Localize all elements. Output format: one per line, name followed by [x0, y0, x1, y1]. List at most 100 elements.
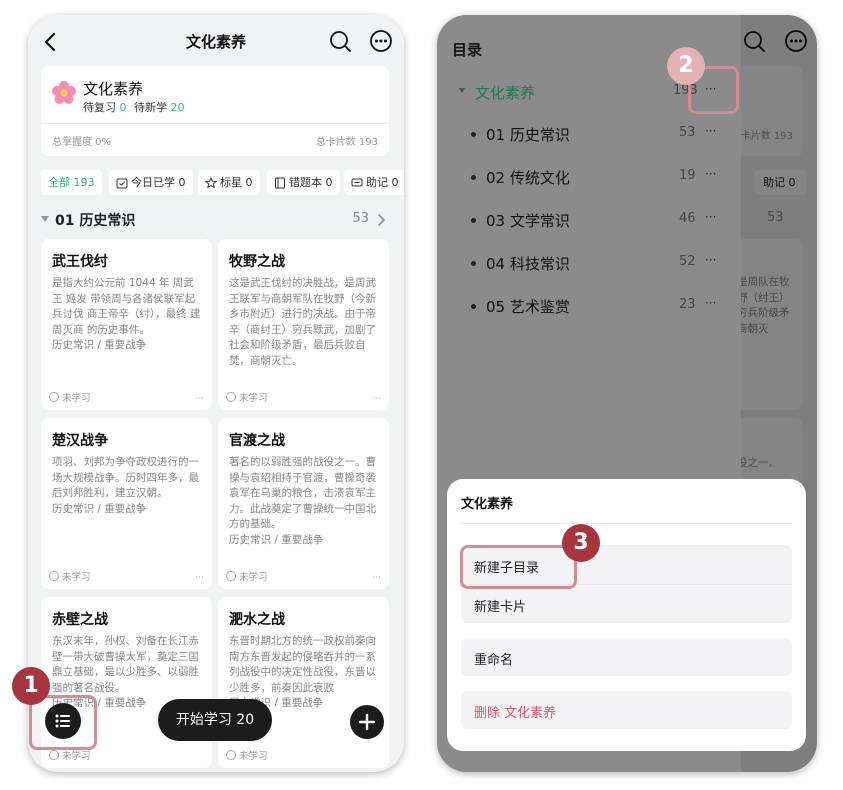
total-cards-text: 总卡片数 193 [315, 137, 378, 148]
card-body: 著名的以弱胜强的战役之一。曹操与袁绍相持于官渡，曹操奇袭袁军在乌巢的粮仓，击溃袁… [229, 455, 381, 548]
card-path: 历史常识 / 重要战争 [229, 533, 324, 546]
card-more-icon[interactable]: ··· [372, 573, 381, 583]
flashcard[interactable]: 武王伐纣 是指大约公元前 1044 年 周武王 姬发 带领周与各诸侯联军起兵讨伐… [41, 239, 212, 410]
tree-item[interactable]: 03 文学常识 46 ··· [471, 210, 731, 230]
delete-target: 文化素养 [504, 706, 557, 721]
filter-today[interactable]: 今日已学 0 [109, 170, 193, 195]
directory-screen: 卡片数 193 助记 0 53 是周队在牧野（纣王）穷兵阶级矛商朝灭 役之一。 … [437, 15, 817, 772]
card-title: 官渡之战 [229, 433, 285, 449]
collapse-caret-icon[interactable] [41, 216, 49, 222]
tree-label: 01 历史常识 [486, 126, 570, 144]
card-more-icon[interactable]: ··· [195, 394, 204, 404]
unlearned-circle-icon [49, 392, 59, 402]
card-text: 东晋时期北方的统一政权前秦向南方东晋发起的侵略吞并的一系列战役中的决定性战役，东… [229, 635, 376, 694]
card-body: 这是武王伐纣的决胜战，是周武王联军与商朝军队在牧野（今新乡市附近）进行的决战。由… [229, 276, 381, 369]
bullet-icon [471, 175, 476, 180]
delete-option[interactable]: 删除 文化素养 [474, 702, 556, 721]
delete-label: 删除 [474, 706, 501, 721]
card-text: 东汉末年，孙权、刘备在长江赤壁一带大破曹操大军，奠定三国鼎立基础，是以少胜多、以… [52, 635, 199, 694]
action-sheet: 文化素养 新建子目录 新建卡片 重命名 删除 文化素养 [447, 479, 806, 751]
tree-label: 03 文学常识 [486, 212, 570, 230]
highlight-new-subfolder [460, 545, 577, 589]
flashcard[interactable]: 淝水之战 东晋时期北方的统一政权前秦向南方东晋发起的侵略吞并的一系列战役中的决定… [218, 597, 389, 768]
tree-label: 04 科技常识 [486, 255, 570, 273]
unlearned-circle-icon [49, 571, 59, 581]
more-icon[interactable]: ··· [705, 296, 716, 310]
section-header[interactable]: 01 历史常识 53 [41, 210, 389, 230]
chevron-right-icon[interactable] [375, 213, 387, 227]
add-button[interactable] [350, 705, 384, 739]
more-options-icon[interactable] [369, 29, 393, 53]
new-card-option[interactable]: 新建卡片 [474, 596, 526, 615]
flashcard[interactable]: 官渡之战 著名的以弱胜强的战役之一。曹操与袁绍相持于官渡，曹操奇袭袁军在乌巢的粮… [218, 418, 389, 589]
tree-count: 52 [679, 254, 696, 269]
section-title: 01 历史常识 [55, 213, 136, 229]
deck-summary-card[interactable]: 文化素养 待复习 0 待新学 20 总掌握度 0% 总卡片数 193 [41, 66, 389, 156]
card-more-icon[interactable]: ··· [372, 394, 381, 404]
top-nav-bar: 文化素养 [28, 15, 404, 67]
card-path: 历史常识 / 重要战争 [52, 339, 147, 351]
tree-item[interactable]: 02 传统文化 19 ··· [471, 167, 731, 187]
tree-label: 05 艺术鉴赏 [486, 298, 570, 316]
comment-icon [351, 178, 363, 186]
card-status: 未学习 [49, 390, 91, 404]
more-icon[interactable]: ··· [705, 253, 716, 267]
card-status: 未学习 [226, 748, 268, 762]
filter-label: 助记 0 [366, 176, 399, 189]
card-text: 著名的以弱胜强的战役之一。曹操与袁绍相持于官渡，曹操奇袭袁军在乌巢的粮仓，击溃袁… [229, 456, 376, 530]
status-text: 未学习 [239, 751, 268, 762]
filter-label: 错题本 0 [289, 176, 333, 189]
flashcard[interactable]: 牧野之战 这是武王伐纣的决胜战，是周武王联军与商朝军队在牧野（今新乡市附近）进行… [218, 239, 389, 410]
section-count: 53 [352, 211, 369, 226]
tree-count: 19 [679, 168, 696, 183]
filter-mistakes[interactable]: 错题本 0 [267, 170, 340, 195]
start-learning-button[interactable]: 开始学习 20 [158, 699, 272, 741]
bullet-icon [471, 218, 476, 223]
search-icon[interactable] [328, 29, 352, 53]
card-title: 赤壁之战 [52, 612, 108, 628]
card-status: 未学习 [49, 569, 91, 583]
bullet-icon [471, 304, 476, 309]
new-label: 待新学 [134, 101, 167, 114]
step-badge-2: 2 [667, 47, 705, 85]
card-more-icon[interactable]: ··· [195, 573, 204, 583]
card-status: 未学习 [226, 390, 268, 404]
tree-count: 46 [679, 211, 696, 226]
flower-icon [52, 81, 76, 104]
more-icon[interactable]: ··· [705, 210, 716, 224]
tree-item[interactable]: 05 艺术鉴赏 23 ··· [471, 296, 731, 316]
more-icon[interactable]: ··· [705, 167, 716, 181]
unlearned-circle-icon [226, 750, 236, 760]
tree-item[interactable]: 01 历史常识 53 ··· [471, 124, 731, 144]
more-icon[interactable]: ··· [705, 124, 716, 138]
calendar-check-icon [116, 178, 128, 188]
filter-all[interactable]: 全部 193 [41, 170, 102, 195]
step-badge-1: 1 [12, 667, 50, 705]
tree-count: 53 [679, 125, 696, 140]
flashcard[interactable]: 楚汉战争 项羽、刘邦为争夺政权进行的一场大规模战争。历时四年多，最后刘邦胜利，建… [41, 418, 212, 589]
tree-item[interactable]: 04 科技常识 52 ··· [471, 253, 731, 273]
filter-label: 全部 193 [48, 176, 95, 189]
unlearned-circle-icon [49, 750, 59, 760]
card-status: 未学习 [49, 748, 91, 762]
card-path: 历史常识 / 重要战争 [52, 502, 147, 515]
status-text: 未学习 [239, 393, 268, 404]
notebook-icon [275, 177, 285, 188]
unlearned-circle-icon [226, 571, 236, 581]
status-text: 未学习 [239, 572, 268, 583]
card-body: 是指大约公元前 1044 年 周武王 姬发 带领周与各诸侯联军起兵讨伐 商王帝辛… [52, 276, 204, 354]
card-text: 是指大约公元前 1044 年 周武王 姬发 带领周与各诸侯联军起兵讨伐 商王帝辛… [52, 277, 201, 336]
status-text: 未学习 [62, 751, 91, 762]
caret-down-icon[interactable] [459, 88, 465, 93]
rename-option[interactable]: 重命名 [474, 649, 513, 668]
card-text: 这是武王伐纣的决胜战，是周武王联军与商朝军队在牧野（今新乡市附近）进行的决战。由… [229, 277, 376, 367]
bullet-icon [471, 132, 476, 137]
star-icon [205, 176, 217, 188]
filter-mnemonic[interactable]: 助记 0 [344, 170, 404, 195]
filter-starred[interactable]: 标星 0 [198, 170, 260, 195]
new-count: 20 [170, 101, 185, 114]
review-count: 0 [119, 101, 127, 114]
divider [41, 123, 389, 124]
card-title: 武王伐纣 [52, 254, 108, 270]
card-status: 未学习 [226, 569, 268, 583]
